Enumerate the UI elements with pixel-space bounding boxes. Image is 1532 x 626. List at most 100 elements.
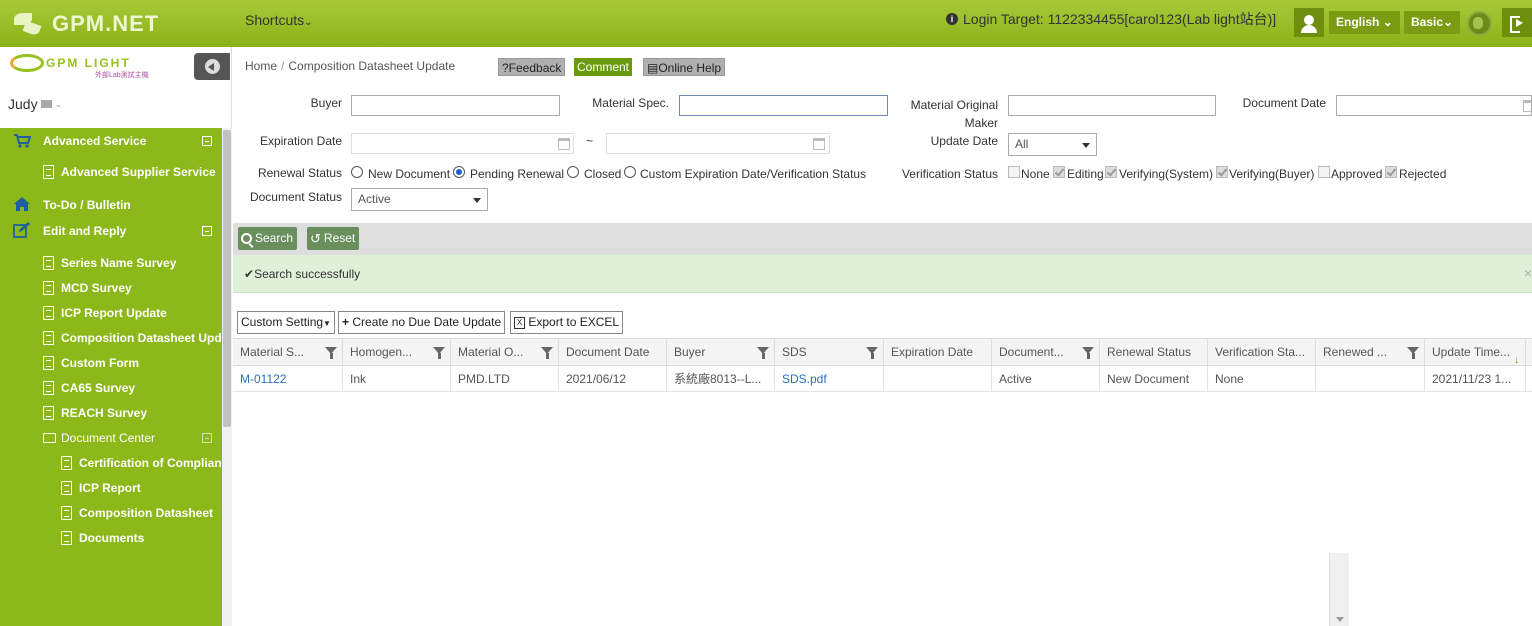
sidebar-item-icp-report-update[interactable]: ICP Report Update: [0, 302, 222, 324]
custom-setting-label: Custom Setting: [241, 315, 324, 329]
column-header-update-time[interactable]: Update Time... ↓: [1425, 339, 1526, 367]
globe-icon[interactable]: [1467, 11, 1492, 36]
alert-message: ✔Search successfully: [244, 267, 361, 281]
sidebar-item-documents[interactable]: Documents: [0, 527, 222, 549]
logout-button[interactable]: [1502, 8, 1532, 37]
sidebar-item-reach-survey[interactable]: REACH Survey: [0, 402, 222, 424]
cell-homogeneous: Ink: [343, 366, 451, 392]
sidebar-item-series-name-survey[interactable]: Series Name Survey: [0, 252, 222, 274]
buyer-input[interactable]: [351, 95, 560, 116]
radio-label: Custom Expiration Date/Verification Stat…: [640, 167, 867, 181]
checkbox-editing[interactable]: [1053, 166, 1065, 178]
sort-down-icon[interactable]: ↓: [1514, 347, 1520, 367]
expiration-date-from-input[interactable]: [351, 133, 574, 154]
column-header-material-spec[interactable]: Material S...: [233, 339, 343, 367]
sidebar-item-composition-datasheet[interactable]: Composition Datasheet: [0, 502, 222, 524]
sidebar-item-certification-of-compliance[interactable]: Certification of Compliance: [0, 452, 222, 474]
column-header-buyer[interactable]: Buyer: [667, 339, 775, 367]
column-header-verification-status[interactable]: Verification Sta...: [1208, 339, 1316, 367]
column-header-document-status[interactable]: Document...: [992, 339, 1100, 367]
language-label: English: [1336, 15, 1380, 29]
sidebar-collapse-button[interactable]: [194, 53, 230, 80]
column-header-renewal-status[interactable]: Renewal Status: [1100, 339, 1208, 367]
sidebar-scrollbar[interactable]: [222, 128, 232, 626]
column-header-document-date[interactable]: Document Date: [559, 339, 667, 367]
reset-label: Reset: [323, 231, 356, 245]
folder-icon: [43, 433, 56, 443]
sidebar-item-ca65-survey[interactable]: CA65 Survey: [0, 377, 222, 399]
login-target-text: Login Target: 1122334455[carol123(Lab li…: [963, 11, 1277, 27]
document-status-select[interactable]: Active: [351, 188, 488, 211]
document-date-input[interactable]: [1336, 95, 1532, 116]
comment-button[interactable]: Comment: [574, 58, 633, 76]
filter-icon[interactable]: [1407, 347, 1419, 359]
brand-logo[interactable]: GPM.NET: [10, 8, 159, 40]
sidebar-item-edit-and-reply[interactable]: Edit and Reply: [0, 220, 222, 242]
column-header-material-maker[interactable]: Material O...: [451, 339, 559, 367]
radio-custom-expiration[interactable]: [624, 166, 636, 178]
export-excel-button[interactable]: X Export to EXCEL: [510, 311, 624, 334]
user-menu[interactable]: Judy ⌄: [8, 96, 62, 112]
sidebar-item-mcd-survey[interactable]: MCD Survey: [0, 277, 222, 299]
sidebar-item-label: Documents: [79, 531, 145, 545]
calendar-icon[interactable]: [813, 138, 825, 150]
filter-icon[interactable]: [541, 347, 553, 359]
calendar-icon[interactable]: [558, 138, 570, 150]
scroll-down-icon[interactable]: [1336, 617, 1344, 622]
create-no-due-date-button[interactable]: + Create no Due Date Update: [338, 311, 506, 334]
language-dropdown[interactable]: English ⌄: [1329, 11, 1400, 34]
user-profile-button[interactable]: [1294, 8, 1324, 37]
sidebar-item-custom-form[interactable]: Custom Form: [0, 352, 222, 374]
filter-icon[interactable]: [866, 347, 878, 359]
checkbox-approved[interactable]: [1318, 166, 1330, 178]
document-icon: [43, 406, 54, 420]
cell-material-spec[interactable]: M-01122: [233, 366, 343, 392]
sidebar-item-icp-report[interactable]: ICP Report: [0, 477, 222, 499]
update-date-select[interactable]: All: [1008, 133, 1097, 156]
scrollbar-thumb[interactable]: [223, 130, 231, 427]
table-row[interactable]: M-01122 Ink PMD.LTD 2021/06/12 系統廠8013--…: [233, 366, 1532, 392]
sidebar-item-todo-bulletin[interactable]: To-Do / Bulletin: [0, 194, 222, 216]
document-status-value: Active: [358, 192, 391, 206]
filter-icon[interactable]: [757, 347, 769, 359]
filter-icon[interactable]: [433, 347, 445, 359]
calendar-icon[interactable]: [1523, 100, 1532, 112]
checkbox-verifying-system[interactable]: [1105, 166, 1117, 178]
shortcuts-menu[interactable]: Shortcuts⌄: [245, 12, 313, 28]
material-spec-input[interactable]: [679, 95, 888, 116]
search-button[interactable]: Search: [238, 227, 298, 250]
filter-icon[interactable]: [325, 347, 337, 359]
checkbox-rejected[interactable]: [1385, 166, 1397, 178]
column-header-expiration-date[interactable]: Expiration Date: [884, 339, 992, 367]
close-icon[interactable]: ×: [1524, 265, 1532, 281]
custom-setting-dropdown[interactable]: Custom Setting▼: [237, 311, 335, 334]
sidebar-item-document-center[interactable]: Document Center: [0, 427, 222, 449]
reset-button[interactable]: ↺ Reset: [307, 227, 360, 250]
checkbox-none[interactable]: [1008, 166, 1020, 178]
checkbox-verifying-buyer[interactable]: [1216, 166, 1228, 178]
material-spec-label: Material Spec.: [592, 96, 669, 110]
mode-dropdown[interactable]: Basic⌄: [1404, 11, 1461, 34]
expiration-date-to-input[interactable]: [606, 133, 830, 154]
sidebar-item-advanced-supplier-service[interactable]: Advanced Supplier Service: [0, 161, 222, 183]
radio-pending-renewal[interactable]: [453, 166, 465, 178]
online-help-button[interactable]: ▤Online Help: [643, 58, 726, 76]
radio-new-document[interactable]: [351, 166, 363, 178]
column-header-renewed[interactable]: Renewed ...: [1316, 339, 1425, 367]
column-header-homogeneous[interactable]: Homogen...: [343, 339, 451, 367]
cell-sds[interactable]: SDS.pdf: [775, 366, 884, 392]
breadcrumb-home[interactable]: Home: [245, 59, 277, 73]
material-maker-input[interactable]: [1008, 95, 1216, 116]
collapse-icon[interactable]: [202, 136, 212, 146]
sidebar-item-advanced-service[interactable]: Advanced Service: [0, 130, 222, 152]
collapse-icon[interactable]: [202, 433, 212, 443]
collapse-icon[interactable]: [202, 226, 212, 236]
filter-icon[interactable]: [1082, 347, 1094, 359]
radio-closed[interactable]: [567, 166, 579, 178]
sidebar-item-label: CA65 Survey: [61, 381, 136, 395]
column-header-sds[interactable]: SDS: [775, 339, 884, 367]
chevron-down-icon: [1082, 143, 1090, 148]
feedback-button[interactable]: ?Feedback: [498, 58, 566, 76]
table-scrollbar[interactable]: [1329, 553, 1349, 626]
sidebar-item-composition-datasheet-update[interactable]: Composition Datasheet Update: [0, 327, 222, 349]
